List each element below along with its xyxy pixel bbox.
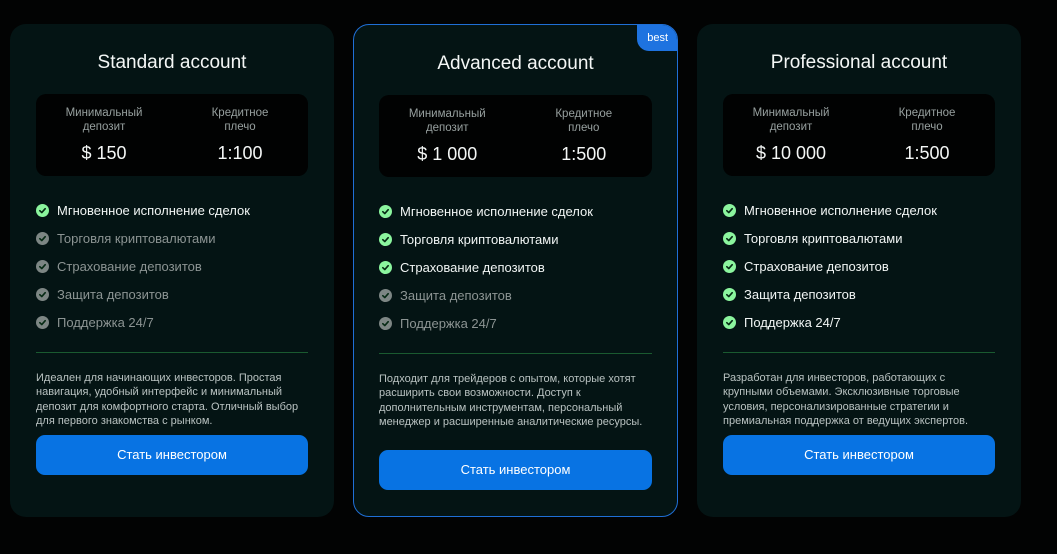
feature-label: Мгновенное исполнение сделок xyxy=(744,202,937,218)
feature-item: Страхование депозитов xyxy=(379,253,652,281)
feature-label: Поддержка 24/7 xyxy=(57,314,154,330)
check-circle-icon xyxy=(379,316,392,330)
check-circle-icon xyxy=(723,287,736,301)
feature-item: Поддержка 24/7 xyxy=(379,309,652,337)
min-deposit-label: Минимальный депозит xyxy=(408,108,486,134)
check-circle-icon xyxy=(379,204,392,218)
feature-item: Защита депозитов xyxy=(36,280,308,308)
feature-label: Страхование депозитов xyxy=(400,259,545,275)
check-circle-icon xyxy=(379,288,392,302)
feature-label: Мгновенное исполнение сделок xyxy=(57,202,250,218)
plan-card-3: Professional account Минимальный депозит… xyxy=(697,24,1021,517)
divider xyxy=(379,353,652,354)
leverage-value: 1:500 xyxy=(904,143,950,163)
plan-title: Standard account xyxy=(97,52,247,73)
feature-item: Торговля криптовалютами xyxy=(379,225,652,253)
feature-label: Защита депозитов xyxy=(744,286,856,302)
feature-item: Поддержка 24/7 xyxy=(723,308,995,336)
min-deposit-label: Минимальный депозит xyxy=(752,107,830,133)
min-deposit-value: $ 10 000 xyxy=(755,143,827,163)
best-badge: best xyxy=(637,25,677,51)
feature-item: Мгновенное исполнение сделок xyxy=(379,197,652,225)
feature-list: Мгновенное исполнение сделок Торговля кри… xyxy=(723,196,995,336)
feature-item: Торговля криптовалютами xyxy=(36,224,308,252)
check-circle-icon xyxy=(379,260,392,274)
divider xyxy=(723,352,995,353)
plan-description: Идеален для начинающих инвесторов. Прост… xyxy=(36,372,299,427)
feature-label: Поддержка 24/7 xyxy=(744,314,841,330)
feature-label: Поддержка 24/7 xyxy=(400,315,497,331)
min-deposit-label: Минимальный депозит xyxy=(65,107,143,133)
plan-stats: Минимальный депозит $ 1 000 Кредитное пл… xyxy=(379,95,652,177)
min-deposit-value: $ 1 000 xyxy=(417,144,478,164)
check-circle-icon xyxy=(36,259,49,273)
plan-stats: Минимальный депозит $ 150 Кредитное плеч… xyxy=(36,94,308,176)
check-circle-icon xyxy=(36,231,49,245)
feature-label: Торговля криптовалютами xyxy=(57,230,216,246)
feature-label: Торговля криптовалютами xyxy=(400,231,559,247)
feature-item: Поддержка 24/7 xyxy=(36,308,308,336)
check-circle-icon xyxy=(36,315,49,329)
leverage-label: Кредитное плечо xyxy=(555,108,613,134)
become-investor-button[interactable]: Стать инвестором xyxy=(379,450,652,490)
feature-item: Защита депозитов xyxy=(379,281,652,309)
divider xyxy=(36,352,308,353)
feature-label: Торговля криптовалютами xyxy=(744,230,903,246)
leverage: Кредитное плечо 1:100 xyxy=(172,94,308,176)
min-deposit: Минимальный депозит $ 10 000 xyxy=(723,94,859,176)
become-investor-button[interactable]: Стать инвестором xyxy=(723,435,995,475)
feature-item: Страхование депозитов xyxy=(36,252,308,280)
plan-description: Подходит для трейдеров с опытом, которые… xyxy=(379,373,643,428)
leverage-value: 1:500 xyxy=(561,144,607,164)
feature-label: Страхование депозитов xyxy=(57,258,202,274)
check-circle-icon xyxy=(723,203,736,217)
feature-list: Мгновенное исполнение сделок Торговля кри… xyxy=(36,196,308,336)
plan-title: Advanced account xyxy=(437,53,594,74)
feature-item: Мгновенное исполнение сделок xyxy=(723,196,995,224)
min-deposit: Минимальный депозит $ 1 000 xyxy=(379,95,516,177)
leverage-label: Кредитное плечо xyxy=(898,107,956,133)
leverage-value: 1:100 xyxy=(217,143,263,163)
check-circle-icon xyxy=(723,315,736,329)
leverage: Кредитное плечо 1:500 xyxy=(516,95,653,177)
become-investor-button[interactable]: Стать инвестором xyxy=(36,435,308,475)
check-circle-icon xyxy=(723,231,736,245)
feature-label: Страхование депозитов xyxy=(744,258,889,274)
check-circle-icon xyxy=(36,287,49,301)
feature-label: Защита депозитов xyxy=(57,286,169,302)
plan-title: Professional account xyxy=(770,52,948,73)
plan-stats: Минимальный депозит $ 10 000 Кредитное п… xyxy=(723,94,995,176)
plan-card-1: Standard account Минимальный депозит $ 1… xyxy=(10,24,334,517)
min-deposit: Минимальный депозит $ 150 xyxy=(36,94,172,176)
check-circle-icon xyxy=(723,259,736,273)
plan-description: Разработан для инвесторов, работающих с … xyxy=(723,372,969,427)
feature-item: Мгновенное исполнение сделок xyxy=(36,196,308,224)
feature-item: Страхование депозитов xyxy=(723,252,995,280)
feature-item: Торговля криптовалютами xyxy=(723,224,995,252)
feature-label: Мгновенное исполнение сделок xyxy=(400,203,593,219)
leverage-label: Кредитное плечо xyxy=(211,107,269,133)
feature-item: Защита депозитов xyxy=(723,280,995,308)
feature-list: Мгновенное исполнение сделок Торговля кри… xyxy=(379,197,652,337)
feature-label: Защита депозитов xyxy=(400,287,512,303)
check-circle-icon xyxy=(36,203,49,217)
check-circle-icon xyxy=(379,232,392,246)
min-deposit-value: $ 150 xyxy=(81,143,127,163)
plan-card-2: best Advanced account Минимальный депози… xyxy=(353,24,678,517)
leverage: Кредитное плечо 1:500 xyxy=(859,94,995,176)
